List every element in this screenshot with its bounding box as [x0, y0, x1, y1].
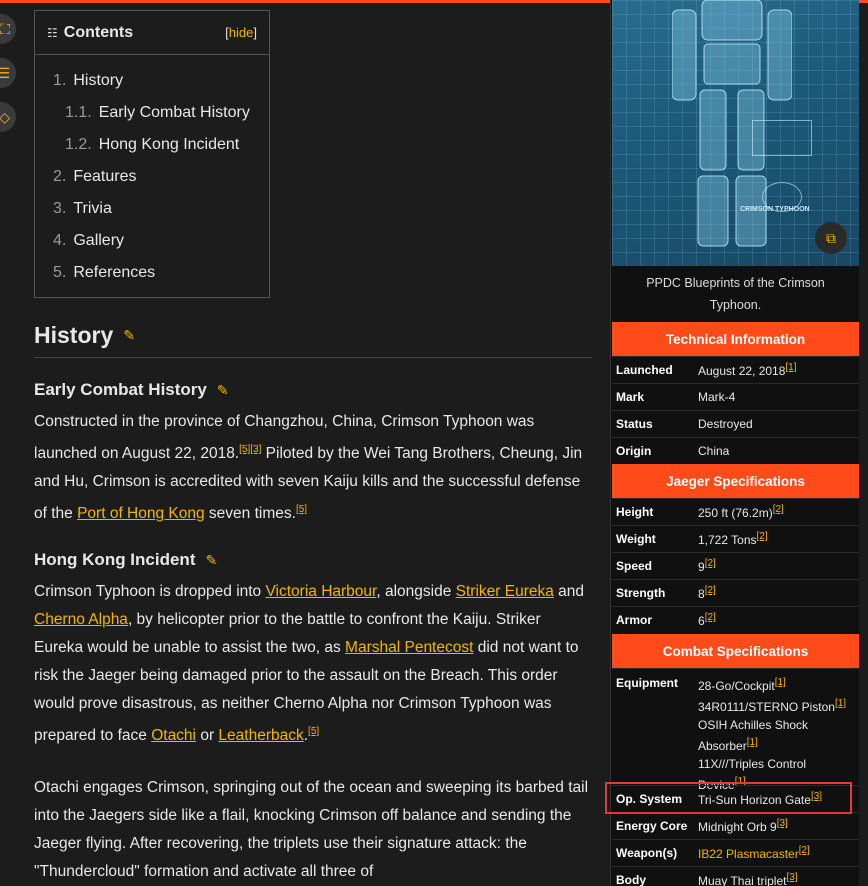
reference-link[interactable]: [5] [239, 444, 250, 455]
toc-item-gallery[interactable]: 4. Gallery [35, 225, 269, 257]
toc-list-icon: ☷ [47, 25, 58, 40]
reference-link[interactable]: [2] [799, 845, 810, 856]
toc-title: Contents [63, 23, 134, 41]
pencil-icon[interactable]: ✎ [217, 382, 229, 399]
early-combat-paragraph: Constructed in the province of Changzhou… [34, 413, 583, 523]
link-victoria-harbour[interactable]: Victoria Harbour [266, 583, 377, 600]
reference-link[interactable]: [1] [835, 698, 846, 709]
tag-icon[interactable]: ◇ [0, 102, 16, 132]
link-port-of-hong-kong[interactable]: Port of Hong Kong [77, 505, 205, 522]
link-marshal-pentecost[interactable]: Marshal Pentecost [345, 639, 473, 656]
toc-item-early-combat[interactable]: 1.1. Early Combat History [35, 97, 269, 129]
reference-link[interactable]: [1] [785, 362, 796, 373]
list-icon[interactable]: ☰ [0, 58, 16, 88]
pencil-icon[interactable]: ✎ [205, 552, 217, 569]
row-height: Height 250 ft (76.2m)[2] [612, 498, 859, 525]
expand-icon[interactable]: ⛶ [0, 14, 16, 44]
reference-link[interactable]: [5] [296, 504, 307, 515]
toc-list: 1. History 1.1. Early Combat History 1.2. H… [35, 55, 269, 289]
blueprint-image[interactable]: CRIMSON TYPHOON ⧉ [612, 0, 859, 266]
toc-header: ☷ Contents [hide] [35, 11, 269, 55]
toc-item-references[interactable]: 5. References [35, 257, 269, 289]
technical-information-header: Technical Information [612, 322, 859, 356]
blueprint-title: CRIMSON TYPHOON [740, 206, 810, 213]
row-strength: Strength 8[2] [612, 579, 859, 606]
reference-link[interactable]: [2] [773, 504, 784, 515]
hong-kong-heading: Hong Kong Incident ✎ [34, 550, 218, 570]
article-content: History ✎ Early Combat History ✎ Constru… [34, 322, 592, 886]
row-status: Status Destroyed [612, 410, 859, 437]
toc-item-features[interactable]: 2. Features [35, 161, 269, 193]
image-caption: PPDC Blueprints of the Crimson Typhoon. [646, 276, 825, 312]
history-heading: History ✎ [34, 322, 592, 358]
blueprint-label-box [752, 120, 812, 156]
link-cherno-alpha[interactable]: Cherno Alpha [34, 611, 128, 628]
row-launched: Launched August 22, 2018[1] [612, 356, 859, 383]
row-energy-core: Energy Core Midnight Orb 9[3] [612, 812, 859, 839]
reference-link[interactable]: [3] [250, 444, 261, 455]
early-combat-heading: Early Combat History ✎ [34, 380, 229, 399]
reference-link[interactable]: [3] [777, 818, 788, 829]
link-striker-eureka[interactable]: Striker Eureka [456, 583, 554, 600]
left-rail: ⛶ ☰ ◇ [0, 14, 16, 146]
otachi-paragraph: Otachi engages Crimson, springing out of… [34, 779, 589, 881]
link-leatherback[interactable]: Leatherback [218, 727, 303, 744]
row-armor: Armor 6[2] [612, 606, 859, 633]
toc-item-trivia[interactable]: 3. Trivia [35, 193, 269, 225]
reference-link[interactable]: [2] [705, 585, 716, 596]
row-weapons: Weapon(s) IB22 Plasmacaster[2] [612, 839, 859, 866]
table-of-contents: ☷ Contents [hide] 1. History 1.1. Early Co… [34, 10, 270, 298]
reference-link[interactable]: [1] [775, 677, 786, 688]
gallery-expand-icon[interactable]: ⧉ [815, 222, 847, 254]
row-weight: Weight 1,722 Tons[2] [612, 525, 859, 552]
op-system-highlight-box [605, 782, 852, 814]
pencil-icon[interactable]: ✎ [123, 327, 135, 344]
hong-kong-paragraph: Crimson Typhoon is dropped into Victoria… [34, 583, 585, 745]
jaeger-specifications-header: Jaeger Specifications [612, 464, 859, 498]
combat-specifications-header: Combat Specifications [612, 634, 859, 668]
row-mark: Mark Mark-4 [612, 383, 859, 410]
reference-link[interactable]: [2] [705, 612, 716, 623]
row-body: Body Muay Thai triplet[3] [612, 866, 859, 886]
toc-hide-toggle[interactable]: [hide] [225, 25, 257, 40]
reference-link[interactable]: [2] [705, 558, 716, 569]
toc-item-hong-kong[interactable]: 1.2. Hong Kong Incident [35, 129, 269, 161]
row-equipment: Equipment 28-Go/Cockpit[1] 34R0111/STERN… [612, 668, 859, 792]
row-origin: Origin China [612, 437, 859, 464]
link-ib22-plasmacaster[interactable]: IB22 Plasmacaster [698, 847, 799, 861]
infobox: CRIMSON TYPHOON ⧉ PPDC Blueprints of the… [610, 0, 859, 886]
row-speed: Speed 9[2] [612, 552, 859, 579]
link-otachi[interactable]: Otachi [151, 727, 196, 744]
reference-link[interactable]: [2] [757, 531, 768, 542]
reference-link[interactable]: [1] [747, 737, 758, 748]
reference-link[interactable]: [3] [786, 872, 797, 883]
toc-item-history[interactable]: 1. History [35, 65, 269, 97]
reference-link[interactable]: [5] [308, 726, 319, 737]
